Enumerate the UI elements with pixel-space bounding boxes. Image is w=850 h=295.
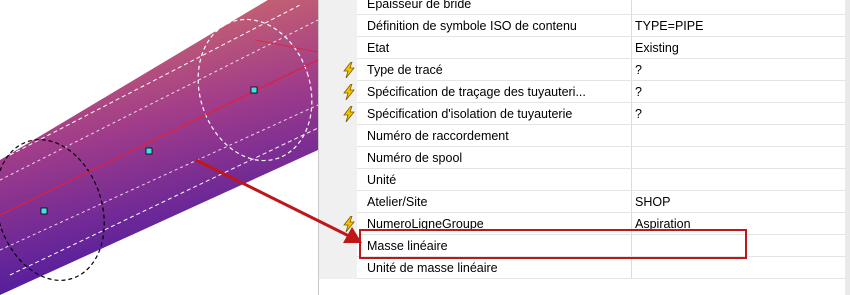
property-row[interactable]: Type de tracé? xyxy=(319,59,850,81)
property-row[interactable]: Epaisseur de bride xyxy=(319,0,850,15)
property-value[interactable]: Aspiration xyxy=(635,213,845,235)
property-row[interactable]: Unité xyxy=(319,169,850,191)
property-row[interactable]: Numéro de raccordement xyxy=(319,125,850,147)
lightning-icon xyxy=(343,216,355,232)
row-gutter xyxy=(319,125,357,147)
property-row[interactable]: NumeroLigneGroupe Aspiration xyxy=(319,213,850,235)
row-gutter xyxy=(319,235,357,257)
property-row[interactable]: Masse linéaire xyxy=(319,235,850,257)
property-name: NumeroLigneGroupe xyxy=(367,217,484,231)
row-gutter xyxy=(319,37,357,59)
row-gutter xyxy=(319,0,357,15)
property-row[interactable]: Atelier/Site SHOP xyxy=(319,191,850,213)
lightning-icon xyxy=(343,84,355,100)
property-name: Numéro de raccordement xyxy=(367,129,509,143)
property-value[interactable] xyxy=(635,0,845,15)
property-value[interactable]: Existing xyxy=(635,37,845,59)
grip-handle[interactable] xyxy=(40,207,48,215)
property-value[interactable] xyxy=(635,257,845,279)
property-row[interactable]: Numéro de spool xyxy=(319,147,850,169)
property-name: Unité de masse linéaire xyxy=(367,261,498,275)
property-value[interactable]: ? xyxy=(635,103,845,125)
row-gutter xyxy=(319,257,357,279)
row-gutter xyxy=(319,191,357,213)
property-value[interactable] xyxy=(635,125,845,147)
property-value[interactable]: TYPE=PIPE xyxy=(635,15,845,37)
grip-handle[interactable] xyxy=(250,86,258,94)
row-gutter xyxy=(319,147,357,169)
row-gutter xyxy=(319,15,357,37)
property-value[interactable]: SHOP xyxy=(635,191,845,213)
property-name: Spécification de traçage des tuyauteri..… xyxy=(367,85,586,99)
lightning-icon xyxy=(343,106,355,122)
property-name: Etat xyxy=(367,41,390,55)
property-row[interactable]: Etat Existing xyxy=(319,37,850,59)
property-value[interactable]: ? xyxy=(635,81,845,103)
property-row[interactable]: Spécification d'isolation de tuyauterie? xyxy=(319,103,850,125)
property-name: Définition de symbole ISO de contenu xyxy=(367,19,577,33)
property-value[interactable] xyxy=(635,235,845,257)
property-name: Epaisseur de bride xyxy=(367,0,472,11)
property-value[interactable]: ? xyxy=(635,59,845,81)
property-name: Spécification d'isolation de tuyauterie xyxy=(367,107,573,121)
property-name: Unité xyxy=(367,173,397,187)
properties-panel: Epaisseur de bride Définition de symbole … xyxy=(318,0,850,295)
property-row[interactable]: Définition de symbole ISO de contenu TYPE… xyxy=(319,15,850,37)
row-gutter xyxy=(319,169,357,191)
property-name: Type de tracé xyxy=(367,63,443,77)
pipe-3d-view[interactable] xyxy=(0,0,318,295)
cad-viewport[interactable] xyxy=(0,0,318,295)
property-value[interactable] xyxy=(635,147,845,169)
property-value[interactable] xyxy=(635,169,845,191)
property-name: Masse linéaire xyxy=(367,239,448,253)
vertical-scrollbar[interactable] xyxy=(845,0,850,295)
property-row[interactable]: Spécification de traçage des tuyauteri..… xyxy=(319,81,850,103)
property-name: Numéro de spool xyxy=(367,151,463,165)
grip-handle[interactable] xyxy=(145,147,153,155)
lightning-icon xyxy=(343,62,355,78)
property-row[interactable]: Unité de masse linéaire xyxy=(319,257,850,279)
property-name: Atelier/Site xyxy=(367,195,428,209)
